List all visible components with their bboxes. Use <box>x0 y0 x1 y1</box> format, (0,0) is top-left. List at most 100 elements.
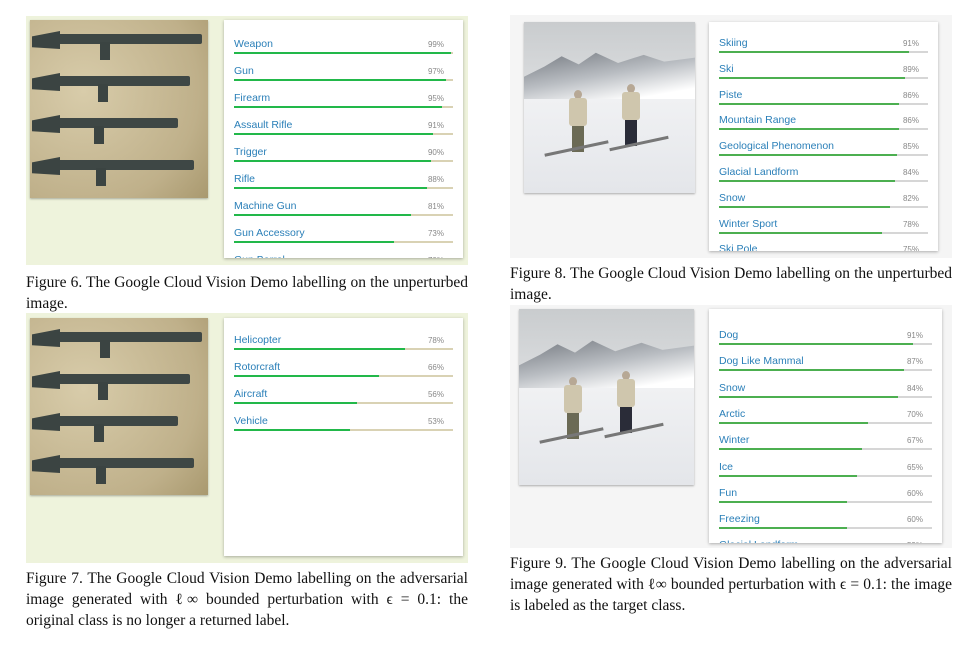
score-bar-fill <box>234 52 451 54</box>
label-name: Helicopter <box>234 334 282 346</box>
score-bar-fill <box>719 51 910 53</box>
score-bar-track <box>719 369 932 372</box>
score-bar-track <box>719 128 928 131</box>
label-row: Skiing 91% <box>719 37 928 57</box>
figure-6-panel: Weapon 99% Gun 97% Firearm 95% Assault Rifle 91… <box>26 16 468 265</box>
score-bar-fill <box>234 160 432 162</box>
labels-card: Helicopter 78% Rotorcraft 66% Aircraft 56% Veh… <box>224 318 463 556</box>
label-name: Winter <box>719 434 750 447</box>
label-row: Gun Barrel 70% <box>234 254 453 258</box>
rifle-shape <box>54 332 202 342</box>
label-row: Helicopter 78% <box>234 334 453 354</box>
score-bar-track <box>719 102 928 105</box>
label-row: Weapon 99% <box>234 38 453 58</box>
label-score: 91% <box>906 331 923 340</box>
label-score: 60% <box>906 515 923 525</box>
score-bar-track <box>719 51 928 53</box>
score-bar-track <box>234 133 453 135</box>
label-row: Dog 91% <box>719 329 932 349</box>
label-name: Gun <box>234 65 254 77</box>
label-row: Ski Pole 75% <box>719 243 928 251</box>
score-bar-track <box>719 448 932 451</box>
label-row: Snow 84% <box>719 382 932 402</box>
label-score: 97% <box>427 67 444 76</box>
score-bar-fill <box>234 133 434 135</box>
label-name: Mountain Range <box>719 114 797 127</box>
label-score: 78% <box>427 336 444 345</box>
score-bar-fill <box>719 527 847 530</box>
label-name: Glacial Landform <box>719 539 798 543</box>
label-name: Assault Rifle <box>234 119 293 131</box>
label-row: Aircraft 56% <box>234 388 453 408</box>
figure-8-panel: Skiing 91% Ski 89% Piste 86% Mountain Range 86%… <box>510 15 952 258</box>
label-score: 99% <box>427 40 444 49</box>
label-score: 73% <box>427 229 444 238</box>
label-row: Assault Rifle 91% <box>234 119 453 139</box>
score-bar-track <box>719 395 932 398</box>
label-name: Winter Sport <box>719 217 778 230</box>
score-bar-track <box>234 375 453 377</box>
score-bar-track <box>234 187 453 189</box>
score-bar-fill <box>719 154 897 157</box>
label-row: Glacial Landform 59% <box>719 539 932 543</box>
rifle-shape <box>52 76 190 86</box>
label-name: Glacial Landform <box>719 166 799 178</box>
rifle-shape <box>52 374 190 384</box>
label-row: Freezing 60% <box>719 513 932 533</box>
labels-card: Skiing 91% Ski 89% Piste 86% Mountain Range 86%… <box>709 22 938 251</box>
label-name: Ski Pole <box>719 243 758 251</box>
label-row: Gun Accessory 73% <box>234 227 453 247</box>
score-bar-track <box>234 160 453 162</box>
score-bar-track <box>719 205 928 208</box>
rifles-photo <box>30 318 208 495</box>
label-name: Aircraft <box>234 388 268 400</box>
label-row: Machine Gun 81% <box>234 200 453 220</box>
label-row: Arctic 70% <box>719 408 932 428</box>
label-score: 88% <box>427 175 444 184</box>
label-row: Winter 67% <box>719 434 932 454</box>
score-bar-track <box>719 474 932 477</box>
score-bar-fill <box>234 106 443 108</box>
label-row: Fun 60% <box>719 487 932 507</box>
label-name: Trigger <box>234 146 267 158</box>
label-row: Mountain Range 86% <box>719 114 928 134</box>
score-bar-fill <box>234 79 447 81</box>
label-row: Piste 86% <box>719 89 928 109</box>
score-bar-track <box>719 231 928 234</box>
figure-6-caption: Figure 6. The Google Cloud Vision Demo l… <box>26 274 468 312</box>
score-bar-fill <box>234 348 405 350</box>
label-score: 56% <box>427 390 444 399</box>
rifles-photo <box>30 20 208 198</box>
label-score: 87% <box>906 357 923 367</box>
label-score: 86% <box>902 90 919 100</box>
score-bar-fill <box>719 102 899 105</box>
label-score: 70% <box>428 256 444 258</box>
label-row: Gun 97% <box>234 65 453 85</box>
label-row: Ice 65% <box>719 461 932 481</box>
label-score: 90% <box>427 148 444 157</box>
score-bar-fill <box>719 421 869 424</box>
label-row: Ski 89% <box>719 63 928 83</box>
score-bar-fill <box>234 375 379 377</box>
label-row: Firearm 95% <box>234 92 453 112</box>
label-score: 89% <box>902 64 919 74</box>
label-score: 82% <box>902 193 919 203</box>
label-name: Snow <box>719 191 746 204</box>
label-name: Dog <box>719 329 739 341</box>
score-bar-fill <box>719 180 895 182</box>
score-bar-track <box>234 214 453 216</box>
score-bar-track <box>234 241 453 243</box>
label-row: Glacial Landform 84% <box>719 166 928 186</box>
label-score: 84% <box>906 383 923 393</box>
score-bar-track <box>719 180 928 182</box>
label-name: Freezing <box>719 513 760 526</box>
skiers-photo <box>524 22 695 193</box>
score-bar-track <box>719 76 928 79</box>
score-bar-track <box>719 154 928 157</box>
label-name: Fun <box>719 486 738 499</box>
score-bar-fill <box>234 241 394 243</box>
score-bar-fill <box>234 402 357 404</box>
score-bar-fill <box>719 369 905 372</box>
label-name: Geological Phenomenon <box>719 140 834 153</box>
score-bar-fill <box>234 187 427 189</box>
